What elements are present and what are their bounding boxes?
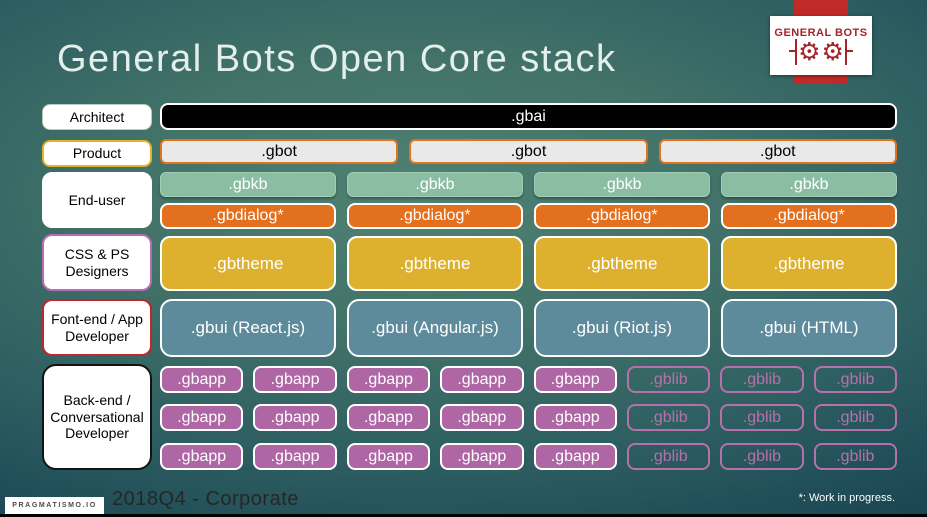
pragmatismo-logo-text: PRAGMATISMO.IO bbox=[12, 502, 97, 509]
slide-footer-caption: 2018Q4 - Corporate bbox=[112, 488, 299, 510]
role-label-end-user: End-user bbox=[42, 172, 152, 228]
gbkb-box: .gbkb bbox=[721, 172, 897, 197]
gbot-row: .gbot .gbot .gbot bbox=[160, 139, 897, 164]
gbapp-box: .gbapp bbox=[160, 404, 244, 431]
gbtheme-box: .gbtheme bbox=[534, 236, 710, 291]
gbkb-box: .gbkb bbox=[534, 172, 710, 197]
gbtheme-box: .gbtheme bbox=[721, 236, 897, 291]
gbkb-row: .gbkb .gbkb .gbkb .gbkb bbox=[160, 172, 897, 197]
slide: General Bots Open Core stack GENERAL BOT… bbox=[0, 0, 927, 517]
gblib-box: .gblib bbox=[720, 443, 804, 470]
gbkb-box: .gbkb bbox=[160, 172, 336, 197]
gbui-riot-box: .gbui (Riot.js) bbox=[534, 299, 710, 357]
gbdialog-box: .gbdialog* bbox=[160, 203, 336, 229]
gear-line-icon bbox=[844, 38, 853, 65]
gbapp-box: .gbapp bbox=[253, 404, 337, 431]
gblib-box: .gblib bbox=[626, 404, 711, 431]
gears-row: ⚙ ⚙ bbox=[789, 37, 853, 66]
gbui-angular-box: .gbui (Angular.js) bbox=[347, 299, 523, 357]
gbapp-box: .gbapp bbox=[346, 443, 431, 470]
gblib-box: .gblib bbox=[720, 404, 804, 431]
gbot-box: .gbot bbox=[409, 139, 648, 164]
role-label-backend-conversational-developer: Back-end / Conversational Developer bbox=[42, 364, 152, 470]
gbdialog-box: .gbdialog* bbox=[347, 203, 523, 229]
gbtheme-row: .gbtheme .gbtheme .gbtheme .gbtheme bbox=[160, 236, 897, 291]
gbai-row: .gbai bbox=[160, 103, 897, 130]
gbapp-box: .gbapp bbox=[346, 366, 431, 393]
role-label-frontend-app-developer: Font-end / App Developer bbox=[42, 299, 152, 356]
gbapp-box: .gbapp bbox=[253, 443, 337, 470]
work-in-progress-note: *: Work in progress. bbox=[798, 492, 895, 504]
gbapp-box: .gbapp bbox=[440, 366, 524, 393]
page-title: General Bots Open Core stack bbox=[57, 38, 617, 80]
gblib-box: .gblib bbox=[626, 443, 711, 470]
gbapp-box: .gbapp bbox=[253, 366, 337, 393]
gbkb-box: .gbkb bbox=[347, 172, 523, 197]
gear-icon: ⚙ bbox=[798, 37, 821, 66]
gbdialog-row: .gbdialog* .gbdialog* .gbdialog* .gbdial… bbox=[160, 203, 897, 229]
pragmatismo-logo: PRAGMATISMO.IO bbox=[5, 497, 104, 514]
gbapp-box: .gbapp bbox=[346, 404, 431, 431]
gblib-box: .gblib bbox=[813, 366, 897, 393]
gbtheme-box: .gbtheme bbox=[347, 236, 523, 291]
general-bots-logo: GENERAL BOTS ⚙ ⚙ bbox=[770, 16, 872, 75]
gbot-box: .gbot bbox=[160, 139, 399, 164]
gbapp-box: .gbapp bbox=[160, 443, 244, 470]
gbapp-box: .gbapp bbox=[160, 366, 244, 393]
gear-line-icon bbox=[789, 38, 798, 65]
gbai-box: .gbai bbox=[160, 103, 897, 130]
gblib-box: .gblib bbox=[813, 404, 897, 431]
gbapp-box: .gbapp bbox=[533, 366, 617, 393]
gbui-html-box: .gbui (HTML) bbox=[721, 299, 897, 357]
logo-brand-text: GENERAL BOTS bbox=[774, 26, 868, 39]
gbapp-gblib-row: .gbapp .gbapp .gbapp .gbapp .gbapp .gbli… bbox=[160, 404, 897, 431]
gbapp-gblib-row: .gbapp .gbapp .gbapp .gbapp .gbapp .gbli… bbox=[160, 443, 897, 470]
gbdialog-box: .gbdialog* bbox=[721, 203, 897, 229]
gear-icon: ⚙ bbox=[821, 37, 844, 66]
gbapp-box: .gbapp bbox=[533, 404, 617, 431]
gbapp-gblib-row: .gbapp .gbapp .gbapp .gbapp .gbapp .gbli… bbox=[160, 366, 897, 393]
gbtheme-box: .gbtheme bbox=[160, 236, 336, 291]
role-label-architect: Architect bbox=[42, 104, 152, 130]
gbui-row: .gbui (React.js) .gbui (Angular.js) .gbu… bbox=[160, 299, 897, 357]
role-label-product: Product bbox=[42, 140, 152, 167]
gbapp-box: .gbapp bbox=[533, 443, 617, 470]
gblib-box: .gblib bbox=[720, 366, 804, 393]
gbapp-box: .gbapp bbox=[440, 404, 524, 431]
gblib-box: .gblib bbox=[626, 366, 711, 393]
gbot-box: .gbot bbox=[658, 139, 897, 164]
gbui-react-box: .gbui (React.js) bbox=[160, 299, 336, 357]
gbdialog-box: .gbdialog* bbox=[534, 203, 710, 229]
gbapp-box: .gbapp bbox=[440, 443, 524, 470]
gblib-box: .gblib bbox=[813, 443, 897, 470]
role-label-css-ps-designers: CSS & PS Designers bbox=[42, 234, 152, 291]
